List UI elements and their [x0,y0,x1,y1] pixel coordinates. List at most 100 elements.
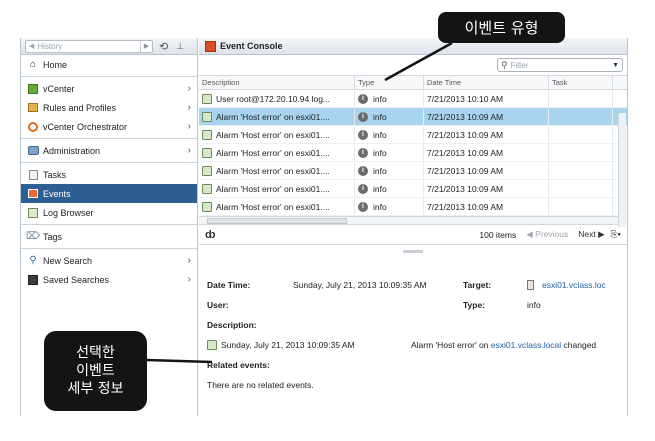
description-text: Alarm 'Host error' on esxi01.... [216,129,330,140]
back-arrow-icon[interactable]: ◀ [29,42,34,50]
history-dropdown[interactable]: ◀ History ▶ [25,39,153,53]
nav-item-tasks[interactable]: Tasks [21,165,197,184]
horizontal-scroll-thumb[interactable] [207,218,347,224]
target-link[interactable]: esxi01.vclass.loc [542,280,606,290]
events-icon [27,188,39,200]
grid-pager: ȸ 100 items ◀ Previous Next ▶ ⎘▾ [199,225,627,245]
nav-item-label: Tasks [43,169,67,180]
event-icon [202,93,212,104]
item-count: 100 items [479,229,517,240]
nav-item-label: New Search [43,255,93,266]
grid-horizontal-scrollbar[interactable] [199,216,618,225]
table-row[interactable]: Alarm 'Host error' on esxi01.... i info 7/2… [199,162,627,180]
description-text: Alarm 'Host error' on esxi01.... [216,111,330,122]
host-icon [527,280,534,290]
description-cell: User root@172.20.10.94 log... [199,90,355,107]
type-cell: i info [355,162,424,179]
description-cell: Alarm 'Host error' on esxi01.... [199,108,355,125]
description-host-link[interactable]: esxi01.vclass.local [491,340,561,350]
date-time-cell: 7/21/2013 10:09 AM [424,108,549,125]
column-header-task[interactable]: Task [549,76,613,89]
info-icon: i [358,129,368,140]
event-grid: User root@172.20.10.94 log... i info 7/21/2… [199,90,627,216]
event-icon [207,340,217,350]
info-icon: i [358,165,368,176]
task-cell [549,180,613,197]
date-time-cell: 7/21/2013 10:09 AM [424,162,549,179]
pin-icon[interactable]: ⊥ [176,41,184,52]
history-refresh-icon[interactable]: ⟲ [159,40,168,53]
nav-item-label: Saved Searches [43,274,110,285]
event-icon [202,201,212,212]
nav-item-tags[interactable]: ⌦ Tags [21,227,197,246]
type-text: info [373,147,387,158]
previous-button[interactable]: ◀ Previous [526,229,568,240]
nav-item-home[interactable]: ⌂ Home [21,55,197,74]
administration-icon [27,145,39,157]
nav-item-administration[interactable]: Administration › [21,141,197,160]
chevron-right-icon: › [187,145,191,156]
nav-item-label: vCenter [43,83,75,94]
table-row[interactable]: Alarm 'Host error' on esxi01.... i info 7/2… [199,144,627,162]
next-label: Next [578,229,596,239]
filter-input[interactable]: ⚲ Filter ▼ [497,58,623,72]
nav-item-label: Administration [43,145,101,156]
home-icon: ⌂ [29,59,37,70]
search-icon: ⚲ [501,59,508,70]
nav-item-vcenter-orchestrator[interactable]: vCenter Orchestrator › [21,117,197,136]
nav-item-events[interactable]: Events [21,184,197,203]
history-bar: ◀ History ▶ ⟲ ⊥ [21,38,197,55]
binoculars-icon[interactable]: ȸ [205,229,216,241]
nav-item-vcenter[interactable]: vCenter › [21,79,197,98]
forward-arrow-icon[interactable]: ▶ [140,40,152,52]
console-title-bar: Event Console [199,38,627,55]
date-time-cell: 7/21/2013 10:09 AM [424,180,549,197]
export-icon[interactable]: ⎘▾ [611,229,621,240]
nav-item-label: Rules and Profiles [43,102,117,113]
event-console-panel: Event Console ⚲ Filter ▼ Description Typ… [199,38,628,416]
nav-item-new-search[interactable]: ⚲ New Search › [21,251,197,270]
chevron-right-icon: › [187,274,191,285]
column-header-type[interactable]: Type [355,76,424,89]
nav-item-log-browser[interactable]: Log Browser [21,203,197,222]
column-header-date-time[interactable]: Date Time [424,76,549,89]
splitter-handle[interactable] [199,245,627,257]
task-cell [549,108,613,125]
task-cell [549,198,613,215]
info-icon: i [358,183,368,194]
console-title: Event Console [220,41,283,51]
event-icon [202,165,212,176]
event-console-icon [205,40,216,52]
nav-item-rules-and-profiles[interactable]: Rules and Profiles › [21,98,197,117]
date-time-value: Sunday, July 21, 2013 10:09:35 AM [293,280,427,290]
description-cell: Alarm 'Host error' on esxi01.... [199,162,355,179]
table-row[interactable]: User root@172.20.10.94 log... i info 7/21/2… [199,90,627,108]
info-icon: i [358,147,368,158]
chevron-right-icon: › [187,102,191,113]
type-text: info [373,129,387,140]
next-button[interactable]: Next ▶ [578,229,604,240]
history-label: History [37,41,63,51]
date-time-cell: 7/21/2013 10:09 AM [424,198,549,215]
description-prefix: Alarm 'Host error' on [411,340,489,350]
type-text: info [373,201,387,212]
orchestrator-icon [27,121,39,133]
nav-item-label: Log Browser [43,207,94,218]
chevron-down-icon[interactable]: ▼ [612,62,619,69]
nav-item-label: Events [43,188,71,199]
grid-vertical-scrollbar[interactable] [618,113,626,227]
table-row[interactable]: Alarm 'Host error' on esxi01.... i info 7/2… [199,108,627,126]
type-cell: i info [355,180,424,197]
rules-icon [27,102,39,114]
nav-item-saved-searches[interactable]: Saved Searches › [21,270,197,289]
type-cell: i info [355,198,424,215]
description-text: Alarm 'Host error' on esxi01.... [216,201,330,212]
column-header-description[interactable]: Description [199,76,355,89]
log-browser-icon [27,207,39,219]
event-icon [202,111,212,122]
table-row[interactable]: Alarm 'Host error' on esxi01.... i info 7/2… [199,126,627,144]
table-row[interactable]: Alarm 'Host error' on esxi01.... i info 7/2… [199,180,627,198]
user-label: User: [207,300,229,310]
type-text: info [373,93,387,104]
table-row[interactable]: Alarm 'Host error' on esxi01.... i info 7/2… [199,198,627,216]
